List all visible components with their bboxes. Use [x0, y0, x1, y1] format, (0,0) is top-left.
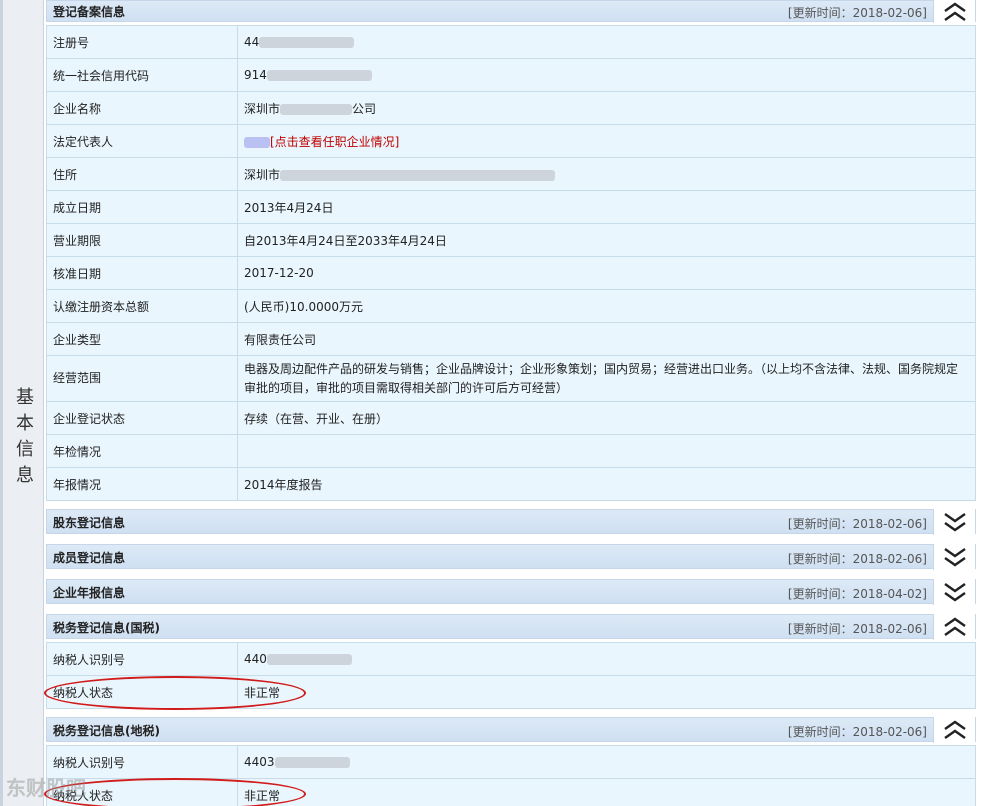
redacted-block: [280, 103, 353, 115]
row-value: 914: [237, 58, 976, 92]
double-chevron-down-icon: [943, 548, 966, 567]
section-header-members[interactable]: 成员登记信息 [更新时间：2018-02-06]: [46, 544, 976, 570]
row-label: 年报情况: [46, 467, 238, 501]
redacted-block: [259, 37, 355, 48]
table-row: 纳税人识别号 440: [46, 642, 976, 676]
redacted-block: [280, 169, 556, 181]
double-chevron-up-icon: [943, 2, 966, 21]
row-label: 认缴注册资本总额: [46, 289, 238, 323]
double-chevron-down-icon: [943, 513, 966, 532]
table-row: 纳税人状态 非正常: [46, 675, 976, 709]
row-label: 纳税人状态: [46, 675, 238, 709]
table-row: 住所 深圳市: [46, 157, 976, 191]
row-label: 企业类型: [46, 322, 238, 356]
section-header-tax-local[interactable]: 税务登记信息(地税) [更新时间：2018-02-06]: [46, 717, 976, 743]
section-header-tax-national[interactable]: 税务登记信息(国税) [更新时间：2018-02-06]: [46, 614, 976, 640]
double-chevron-down-icon: [943, 583, 966, 602]
table-row: 营业期限 自2013年4月24日至2033年4月24日: [46, 223, 976, 257]
section-title: 登记备案信息: [53, 5, 126, 19]
row-label: 企业名称: [46, 91, 238, 125]
table-row: 纳税人状态 非正常: [46, 778, 976, 806]
table-row: 年检情况: [46, 434, 976, 468]
row-label: 核准日期: [46, 256, 238, 290]
section-updated-time: [更新时间：2018-02-06]: [787, 517, 927, 531]
row-value: 电器及周边配件产品的研发与销售；企业品牌设计；企业形象策划；国内贸易；经营进出口…: [237, 355, 976, 402]
row-label: 经营范围: [46, 355, 238, 402]
row-value: 44: [237, 25, 976, 59]
table-row: 注册号 44: [46, 25, 976, 59]
section-updated-time: [更新时间：2018-02-06]: [787, 622, 927, 636]
row-value: 有限责任公司: [237, 322, 976, 356]
redacted-block: [244, 136, 270, 148]
main-content: 登记备案信息 [更新时间：2018-02-06] 注册号 44 统一社会信用代码…: [46, 0, 976, 806]
row-label: 纳税人识别号: [46, 642, 238, 676]
table-row: 统一社会信用代码 914: [46, 58, 976, 92]
table-row: 纳税人识别号 4403: [46, 745, 976, 779]
watermark: 东财股吧: [6, 776, 86, 800]
row-value: 深圳市 公司: [237, 91, 976, 125]
row-value: 2017-12-20: [237, 256, 976, 290]
redacted-block: [266, 654, 352, 665]
row-value: 440: [237, 642, 976, 676]
section-title: 税务登记信息(地税): [53, 724, 160, 738]
section-header-registration[interactable]: 登记备案信息 [更新时间：2018-02-06]: [46, 0, 976, 23]
row-value: [点击查看任职企业情况]: [237, 124, 976, 158]
section-header-annual-report[interactable]: 企业年报信息 [更新时间：2018-04-02]: [46, 579, 976, 605]
view-positions-link[interactable]: [点击查看任职企业情况]: [270, 135, 399, 149]
row-label: 住所: [46, 157, 238, 191]
section-updated-time: [更新时间：2018-02-06]: [787, 552, 927, 566]
table-row: 成立日期 2013年4月24日: [46, 190, 976, 224]
section-updated-time: [更新时间：2018-02-06]: [787, 6, 927, 20]
table-row: 认缴注册资本总额 (人民币)10.0000万元: [46, 289, 976, 323]
collapse-toggle-button[interactable]: [933, 717, 975, 743]
collapse-toggle-button[interactable]: [933, 614, 975, 640]
row-label: 统一社会信用代码: [46, 58, 238, 92]
section-updated-time: [更新时间：2018-02-06]: [787, 725, 927, 739]
collapse-toggle-button[interactable]: [933, 0, 975, 23]
row-value: 存续（在营、开业、在册）: [237, 401, 976, 435]
row-value: [237, 434, 976, 468]
section-title: 股东登记信息: [53, 516, 126, 530]
row-label: 法定代表人: [46, 124, 238, 158]
table-row: 年报情况 2014年度报告: [46, 467, 976, 501]
sidebar-label-basic-info: 基 本 信 息: [16, 387, 34, 486]
row-label: 营业期限: [46, 223, 238, 257]
section-header-shareholders[interactable]: 股东登记信息 [更新时间：2018-02-06]: [46, 509, 976, 535]
table-row: 企业类型 有限责任公司: [46, 322, 976, 356]
table-row: 法定代表人 [点击查看任职企业情况]: [46, 124, 976, 158]
section-title: 企业年报信息: [53, 586, 126, 600]
sidebar: 基 本 信 息: [0, 0, 44, 806]
row-value: 4403: [237, 745, 976, 779]
row-value: 非正常: [237, 778, 976, 806]
redacted-block: [266, 70, 372, 81]
row-value: (人民币)10.0000万元: [237, 289, 976, 323]
row-value: 2013年4月24日: [237, 190, 976, 224]
tax-local-table: 纳税人识别号 4403 纳税人状态 非正常: [46, 745, 976, 806]
table-row: 核准日期 2017-12-20: [46, 256, 976, 290]
expand-toggle-button[interactable]: [933, 579, 975, 605]
registration-table: 注册号 44 统一社会信用代码 914 企业名称 深圳市 公司 法定代表人 [点击…: [46, 25, 976, 501]
row-label: 成立日期: [46, 190, 238, 224]
double-chevron-up-icon: [943, 617, 966, 636]
row-value: 2014年度报告: [237, 467, 976, 501]
expand-toggle-button[interactable]: [933, 509, 975, 535]
row-label: 企业登记状态: [46, 401, 238, 435]
double-chevron-up-icon: [943, 720, 966, 739]
row-label: 注册号: [46, 25, 238, 59]
expand-toggle-button[interactable]: [933, 544, 975, 570]
row-value: 非正常: [237, 675, 976, 709]
table-row: 经营范围 电器及周边配件产品的研发与销售；企业品牌设计；企业形象策划；国内贸易；…: [46, 355, 976, 402]
row-value: 深圳市: [237, 157, 976, 191]
table-row: 企业名称 深圳市 公司: [46, 91, 976, 125]
section-updated-time: [更新时间：2018-04-02]: [787, 587, 927, 601]
section-title: 成员登记信息: [53, 551, 126, 565]
section-title: 税务登记信息(国税): [53, 621, 160, 635]
row-label: 年检情况: [46, 434, 238, 468]
tax-national-table: 纳税人识别号 440 纳税人状态 非正常: [46, 642, 976, 709]
table-row: 企业登记状态 存续（在营、开业、在册）: [46, 401, 976, 435]
row-value: 自2013年4月24日至2033年4月24日: [237, 223, 976, 257]
redacted-block: [274, 757, 350, 768]
